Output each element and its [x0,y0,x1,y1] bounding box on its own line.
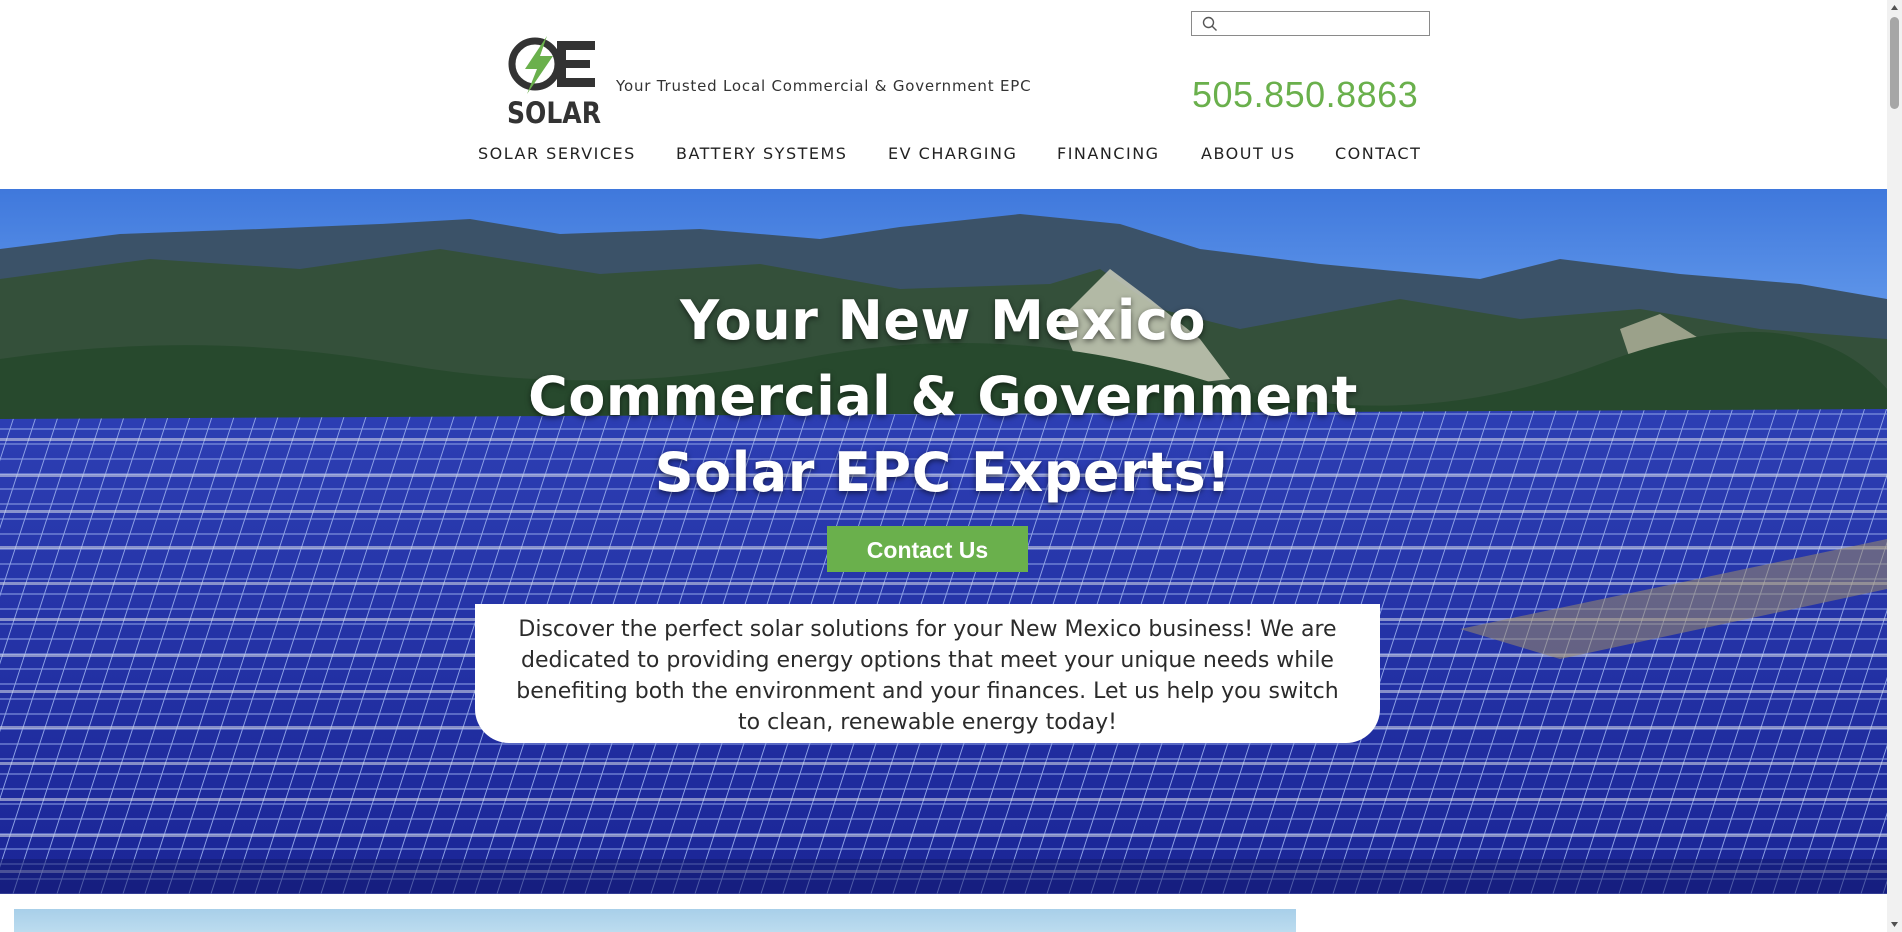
hero-title-line-3: Solar EPC Experts! [654,441,1232,505]
hero-section: Your New Mexico Commercial & Government … [0,189,1887,894]
site-tagline: Your Trusted Local Commercial & Governme… [616,77,1032,95]
hero-title-line-2: Commercial & Government [528,365,1358,429]
nav-item-solar-services[interactable]: SOLAR SERVICES [478,144,636,163]
intro-box: Discover the perfect solar solutions for… [475,604,1380,743]
nav-item-battery-systems[interactable]: BATTERY SYSTEMS [676,144,847,163]
hero-title: Your New Mexico Commercial & Government … [443,283,1443,511]
phone-number[interactable]: 505.850.8863 [1192,74,1418,116]
scroll-up-icon[interactable] [1887,0,1902,15]
search-box[interactable] [1191,11,1430,36]
contact-us-button[interactable]: Contact Us [827,526,1028,572]
scrollbar-thumb[interactable] [1890,17,1899,109]
page-scrollbar[interactable] [1887,0,1902,932]
logo-graphic: SOLAR [507,36,601,130]
hero-title-line-1: Your New Mexico [680,289,1206,353]
nav-item-about-us[interactable]: ABOUT US [1201,144,1296,163]
search-input[interactable] [1224,14,1428,35]
main-nav: SOLAR SERVICES BATTERY SYSTEMS EV CHARGI… [478,144,1426,166]
intro-text: Discover the perfect solar solutions for… [516,617,1339,735]
nav-item-financing[interactable]: FINANCING [1057,144,1160,163]
search-icon[interactable] [1202,16,1218,32]
site-logo[interactable]: SOLAR [507,36,603,130]
scroll-down-icon[interactable] [1887,917,1902,932]
logo-wordmark: SOLAR [507,96,601,126]
site-header: SOLAR Your Trusted Local Commercial & Go… [0,0,1887,189]
next-section-image [14,909,1296,932]
nav-item-contact[interactable]: CONTACT [1335,144,1421,163]
nav-item-ev-charging[interactable]: EV CHARGING [888,144,1017,163]
